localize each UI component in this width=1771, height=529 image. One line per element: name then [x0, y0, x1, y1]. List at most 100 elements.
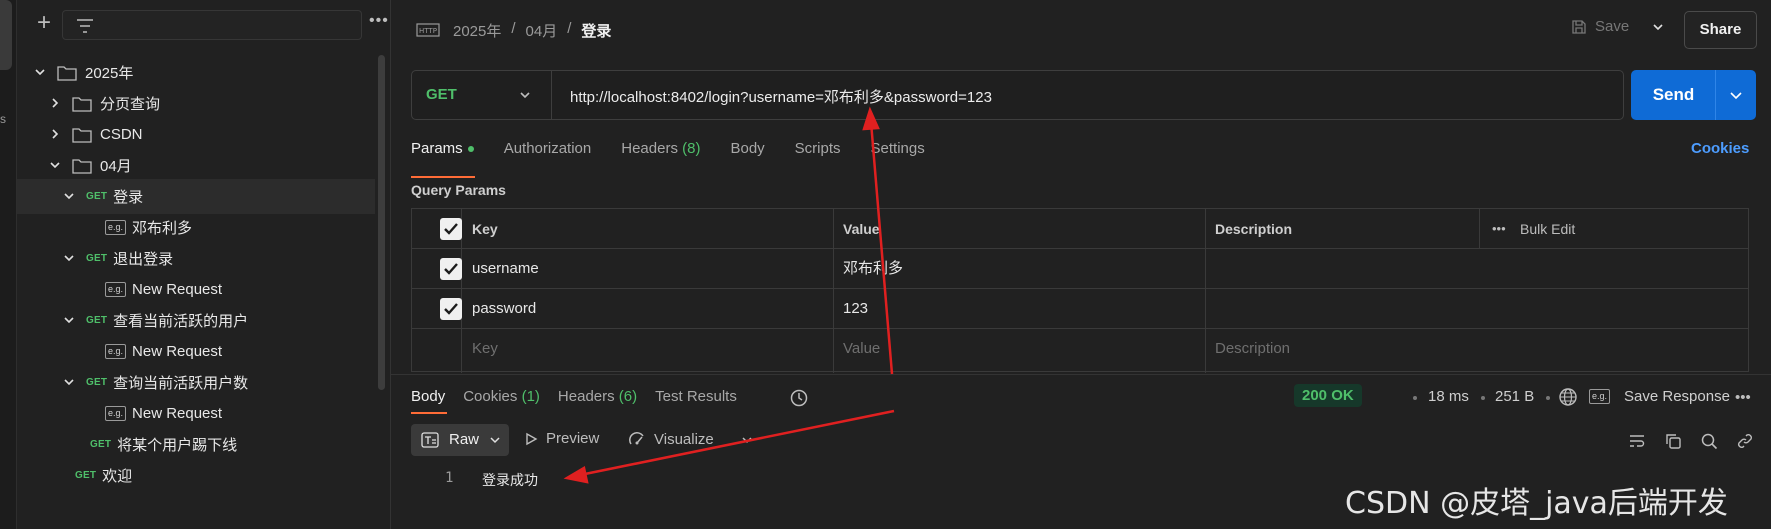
description-input[interactable]: Description	[1215, 329, 1290, 369]
sidebar-request[interactable]: GET 登录	[17, 179, 375, 214]
query-params-title: Query Params	[411, 182, 506, 198]
watermark: CSDN @皮塔_java后端开发	[1345, 486, 1728, 521]
chevron-down-icon[interactable]	[62, 375, 78, 391]
sidebar-example[interactable]: e.g. 邓布利多	[17, 210, 375, 245]
sidebar-folder[interactable]: CSDN	[17, 117, 375, 152]
sidebar-example[interactable]: e.g. New Request	[17, 334, 375, 369]
tab-body[interactable]: Body	[730, 140, 764, 170]
wrap-lines-icon[interactable]	[1628, 432, 1646, 450]
column-header-key: Key	[472, 221, 498, 237]
chevron-down-icon[interactable]	[62, 189, 78, 205]
sidebar-item-label: CSDN	[100, 126, 143, 143]
key-input[interactable]: Key	[472, 329, 498, 369]
sidebar-example[interactable]: e.g. New Request	[17, 396, 375, 431]
link-icon[interactable]	[1736, 432, 1754, 450]
request-tabs: Params Authorization Headers (8) Body Sc…	[411, 140, 955, 178]
param-key[interactable]: password	[472, 289, 536, 329]
sidebar-request[interactable]: GET 查看当前活跃的用户	[17, 303, 375, 338]
chevron-down-icon[interactable]	[62, 313, 78, 329]
preview-button[interactable]: Preview	[524, 430, 599, 447]
history-icon[interactable]	[789, 388, 809, 408]
pane-divider[interactable]	[391, 374, 1771, 375]
sidebar-request[interactable]: GET 退出登录	[17, 241, 375, 276]
breadcrumb-current[interactable]: 登录	[581, 20, 611, 41]
sidebar-request[interactable]: GET 将某个用户踢下线	[17, 427, 375, 462]
rail-scroll-thumb[interactable]	[0, 0, 12, 70]
bulk-edit-button[interactable]: Bulk Edit	[1520, 209, 1575, 249]
chevron-down-icon[interactable]	[62, 251, 78, 267]
separator-dot	[1481, 396, 1485, 400]
tab-scripts[interactable]: Scripts	[795, 140, 841, 170]
tab-settings[interactable]: Settings	[871, 140, 925, 170]
plus-icon[interactable]: +	[31, 10, 57, 36]
sidebar-scrollbar[interactable]	[378, 55, 385, 390]
sidebar-folder[interactable]: 04月	[17, 148, 375, 183]
folder-icon	[72, 127, 92, 143]
row-checkbox[interactable]	[440, 298, 462, 320]
sidebar-item-label: 将某个用户踢下线	[117, 437, 238, 454]
globe-icon[interactable]	[1558, 387, 1578, 407]
share-button[interactable]: Share	[1684, 11, 1757, 49]
sidebar-item-label: New Request	[132, 281, 223, 298]
visualize-button[interactable]: Visualize	[628, 430, 714, 448]
table-more-icon[interactable]: •••	[1492, 209, 1506, 249]
tab-params[interactable]: Params	[411, 140, 475, 178]
tab-count: (1)	[521, 388, 540, 405]
save-button[interactable]: Save	[1571, 18, 1629, 35]
copy-icon[interactable]	[1664, 432, 1682, 450]
response-toolbar	[1628, 432, 1754, 450]
tab-label: Headers	[557, 388, 615, 405]
example-icon: e.g.	[105, 282, 127, 297]
sidebar-example[interactable]: e.g. New Request	[17, 272, 375, 307]
tab-label: Params	[411, 140, 463, 157]
tab-headers[interactable]: Headers (8)	[621, 140, 700, 170]
url-input[interactable]: http://localhost:8402/login?username=邓布利…	[570, 86, 992, 107]
response-more-icon[interactable]: •••	[1735, 389, 1751, 406]
param-value[interactable]: 123	[843, 289, 868, 329]
response-time[interactable]: 18 ms	[1428, 388, 1469, 405]
value-input[interactable]: Value	[843, 329, 880, 369]
table-row: password 123	[412, 289, 1748, 329]
tab-authorization[interactable]: Authorization	[504, 140, 592, 170]
response-body-text[interactable]: 登录成功	[482, 470, 538, 490]
chevron-down-icon[interactable]	[1728, 87, 1744, 103]
tab-response-headers[interactable]: Headers (6)	[558, 388, 637, 405]
chevron-right-icon[interactable]	[48, 96, 64, 112]
filter-icon	[77, 19, 93, 33]
status-badge[interactable]: 200 OK	[1294, 384, 1362, 407]
sidebar-request[interactable]: GET 欢迎	[17, 458, 375, 493]
chevron-down-icon[interactable]	[33, 65, 49, 81]
sidebar-more-icon[interactable]: •••	[369, 12, 389, 30]
folder-icon	[57, 65, 77, 81]
sidebar-folder[interactable]: 2025年	[17, 55, 375, 90]
sidebar-item-label: 04月	[100, 158, 132, 175]
breadcrumb-folder[interactable]: 04月	[526, 20, 558, 41]
response-size[interactable]: 251 B	[1495, 388, 1534, 405]
param-value[interactable]: 邓布利多	[843, 249, 903, 289]
chevron-down-icon[interactable]	[741, 434, 753, 446]
breadcrumb-collection[interactable]: 2025年	[453, 20, 501, 41]
sidebar-folder[interactable]: 分页查询	[17, 86, 375, 121]
tab-response-body[interactable]: Body	[411, 388, 448, 414]
sidebar-request[interactable]: GET 查询当前活跃用户数	[17, 365, 375, 400]
raw-format-select[interactable]: Raw	[411, 424, 509, 456]
tab-test-results[interactable]: Test Results	[655, 388, 737, 405]
search-icon[interactable]	[1700, 432, 1718, 450]
save-response-button[interactable]: e.g. Save Response	[1589, 388, 1730, 405]
breadcrumb-separator: /	[511, 20, 516, 37]
select-all-checkbox[interactable]	[440, 218, 462, 240]
chevron-right-icon[interactable]	[48, 127, 64, 143]
chevron-down-icon[interactable]	[1651, 20, 1665, 34]
cookies-link[interactable]: Cookies	[1691, 140, 1749, 157]
save-response-label: Save Response	[1624, 388, 1730, 405]
row-checkbox[interactable]	[440, 258, 462, 280]
send-button[interactable]: Send	[1631, 70, 1756, 120]
tab-response-cookies[interactable]: Cookies (1)	[463, 388, 540, 405]
method-select[interactable]: GET	[412, 71, 552, 119]
chevron-down-icon[interactable]	[48, 158, 64, 174]
method-badge: GET	[86, 377, 108, 388]
sidebar-item-label: 退出登录	[113, 251, 174, 268]
param-key[interactable]: username	[472, 249, 539, 289]
table-row-empty: Key Value Description	[412, 329, 1748, 369]
sidebar-filter-input[interactable]	[62, 10, 362, 40]
